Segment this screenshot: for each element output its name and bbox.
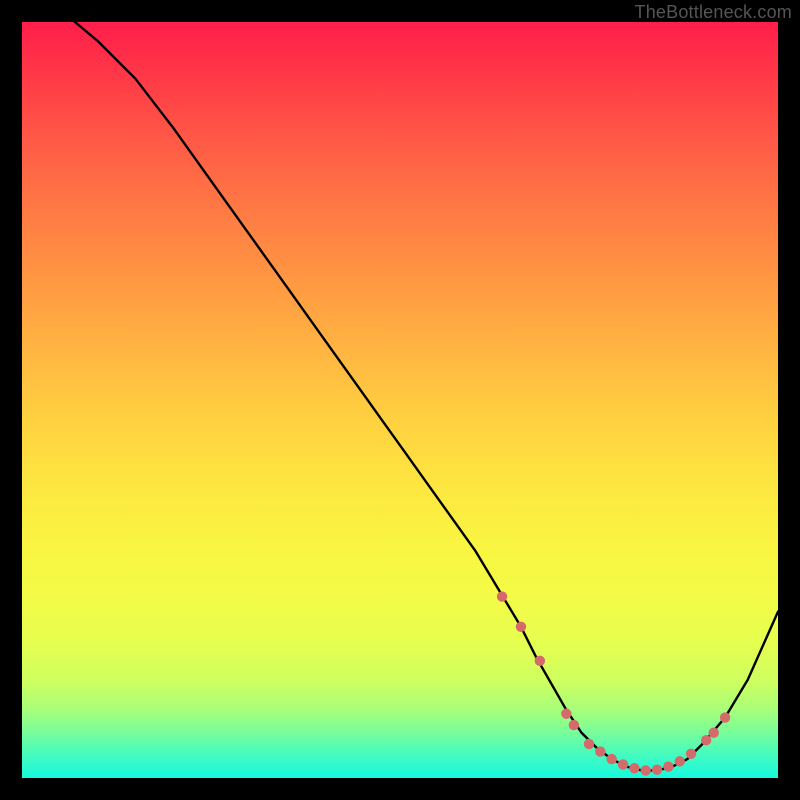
dot: [701, 735, 711, 745]
dot: [584, 739, 594, 749]
dot: [652, 764, 662, 774]
dot: [629, 763, 639, 773]
dot: [606, 754, 616, 764]
dot: [675, 756, 685, 766]
dot: [641, 765, 651, 775]
chart-stage: TheBottleneck.com: [0, 0, 800, 800]
dot: [663, 761, 673, 771]
dot: [569, 720, 579, 730]
dot: [709, 727, 719, 737]
plot-area: [22, 22, 778, 778]
dot: [595, 746, 605, 756]
dot: [516, 622, 526, 632]
dot: [497, 591, 507, 601]
dot: [561, 709, 571, 719]
chart-svg: [22, 22, 778, 778]
dot: [535, 656, 545, 666]
dot: [618, 759, 628, 769]
bottleneck-curve: [75, 22, 778, 770]
dot: [720, 712, 730, 722]
optimal-range-dots: [497, 591, 730, 775]
dot: [686, 749, 696, 759]
watermark-text: TheBottleneck.com: [635, 2, 792, 23]
